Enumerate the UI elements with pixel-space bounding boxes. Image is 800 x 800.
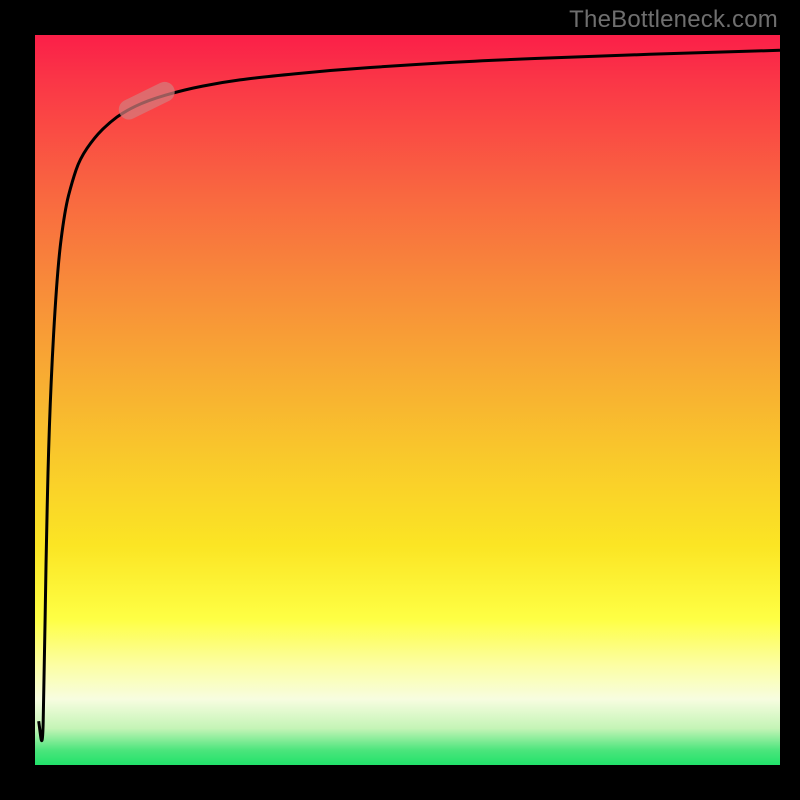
plot-area bbox=[35, 35, 780, 765]
chart-frame: TheBottleneck.com bbox=[0, 0, 800, 800]
watermark-text: TheBottleneck.com bbox=[569, 6, 778, 34]
